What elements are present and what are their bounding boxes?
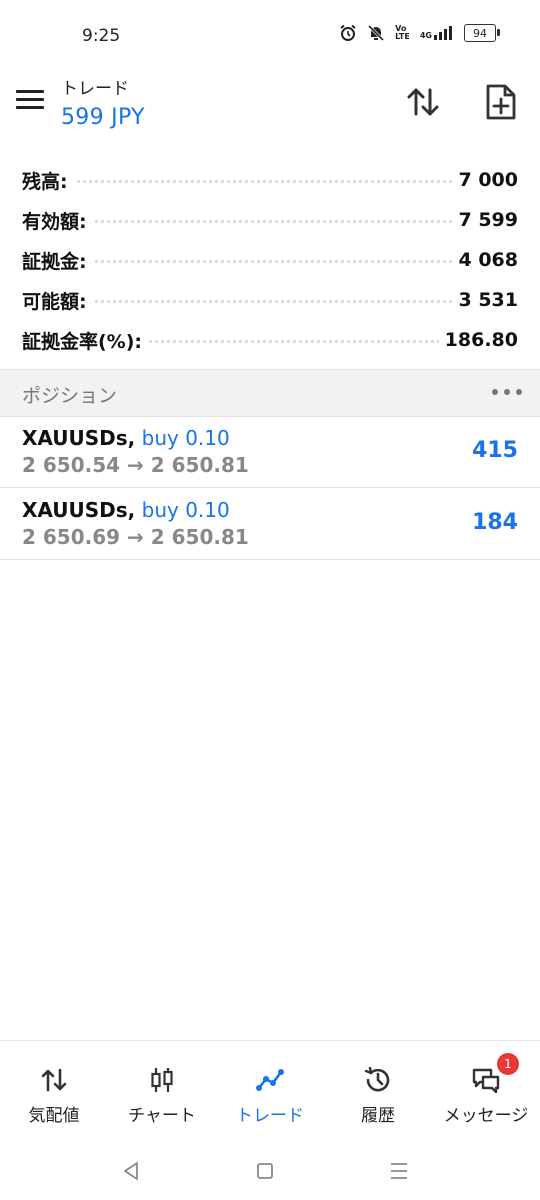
position-row[interactable]: XAUUSDs, buy 0.10 2 650.54 → 2 650.81 41…: [0, 416, 540, 488]
notification-badge: 1: [495, 1051, 521, 1077]
nav-label: メッセージ: [443, 1106, 529, 1126]
nav-label: チャート: [128, 1106, 196, 1126]
summary-value: 7 599: [452, 209, 518, 231]
signal-indicator: 4G: [420, 26, 454, 40]
summary-row-margin-level: 証拠金率(%): 186.80: [0, 320, 540, 360]
bottom-nav: 気配値 チャート トレード 履歴 1 メッセージ: [0, 1040, 540, 1141]
menu-button[interactable]: [14, 86, 46, 114]
position-title: XAUUSDs, buy 0.10: [22, 426, 230, 450]
battery-icon: 94: [464, 24, 500, 42]
home-button[interactable]: [250, 1156, 280, 1186]
summary-value: 4 068: [452, 249, 518, 271]
summary-row-equity: 有効額: 7 599: [0, 200, 540, 240]
summary-value: 186.80: [438, 329, 518, 351]
menu-icon-bar: [16, 90, 44, 93]
summary-label: 有効額:: [22, 206, 93, 234]
trade-icon: [256, 1069, 284, 1091]
nav-label: 履歴: [361, 1106, 395, 1126]
nav-label: トレード: [236, 1106, 304, 1126]
home-icon: [257, 1163, 273, 1179]
new-document-icon: [486, 84, 516, 120]
summary-value: 3 531: [452, 289, 518, 311]
dotted-leader: [22, 300, 518, 303]
summary-row-balance: 残高: 7 000: [0, 160, 540, 200]
position-profit: 184: [472, 510, 518, 535]
back-button[interactable]: [116, 1156, 146, 1186]
position-title: XAUUSDs, buy 0.10: [22, 498, 230, 522]
more-dot: [504, 389, 510, 395]
menu-icon-bar: [16, 106, 44, 109]
status-time: 9:25: [82, 26, 121, 46]
menu-icon-bar: [16, 98, 44, 101]
signal-icon: [434, 26, 452, 40]
title-block: トレード 599 JPY: [61, 74, 145, 130]
nav-label: 気配値: [28, 1106, 80, 1126]
position-prices: 2 650.54 → 2 650.81: [22, 453, 249, 477]
signal-type: 4G: [419, 31, 432, 40]
summary-label: 証拠金率(%):: [22, 326, 149, 354]
more-options-button[interactable]: [492, 382, 522, 402]
sort-button[interactable]: [403, 82, 443, 122]
volte-bottom: LTE: [395, 32, 410, 41]
chart-icon: [151, 1068, 173, 1092]
dotted-leader: [22, 220, 518, 223]
position-symbol: XAUUSDs,: [22, 426, 136, 450]
nav-trade[interactable]: トレード: [216, 1041, 324, 1141]
nav-chart[interactable]: チャート: [108, 1041, 216, 1141]
section-title: ポジション: [22, 385, 118, 407]
profit-summary: 599 JPY: [61, 105, 145, 130]
more-dot: [516, 389, 522, 395]
app-header: トレード 599 JPY: [0, 70, 540, 140]
positions-section-header: ポジション: [0, 369, 540, 417]
nav-messages[interactable]: 1 メッセージ: [432, 1041, 540, 1141]
position-side: buy 0.10: [141, 426, 230, 450]
dotted-leader: [22, 180, 518, 183]
new-order-button[interactable]: [481, 82, 521, 122]
summary-label: 可能額:: [22, 286, 93, 314]
volte-indicator: Vo LTE: [395, 25, 410, 41]
nav-history[interactable]: 履歴: [324, 1041, 432, 1141]
recents-button[interactable]: [384, 1156, 414, 1186]
nav-quotes[interactable]: 気配値: [0, 1041, 108, 1141]
alarm-icon: [340, 24, 356, 41]
quotes-icon: [41, 1068, 67, 1092]
more-dot: [492, 389, 498, 395]
summary-label: 証拠金:: [22, 246, 93, 274]
summary-value: 7 000: [452, 169, 518, 191]
status-bar: 9:25 Vo LTE 4G 94: [0, 0, 540, 70]
position-row[interactable]: XAUUSDs, buy 0.10 2 650.69 → 2 650.81 18…: [0, 488, 540, 560]
back-icon: [124, 1162, 138, 1180]
sort-icon: [407, 88, 439, 116]
account-summary: 残高: 7 000 有効額: 7 599 証拠金: 4 068 可能額: 3 5…: [0, 160, 540, 360]
page-title: トレード: [61, 79, 129, 99]
summary-row-free-margin: 可能額: 3 531: [0, 280, 540, 320]
dotted-leader: [22, 260, 518, 263]
positions-list: XAUUSDs, buy 0.10 2 650.54 → 2 650.81 41…: [0, 416, 540, 560]
position-prices: 2 650.69 → 2 650.81: [22, 525, 249, 549]
status-icons: Vo LTE 4G 94: [339, 24, 500, 42]
position-profit: 415: [472, 438, 518, 463]
recents-icon: [391, 1163, 407, 1179]
position-symbol: XAUUSDs,: [22, 498, 136, 522]
summary-label: 残高:: [22, 166, 74, 194]
position-side: buy 0.10: [141, 498, 230, 522]
mute-notifications-icon: [368, 24, 385, 42]
system-nav-bar: [0, 1142, 540, 1200]
summary-row-margin: 証拠金: 4 068: [0, 240, 540, 280]
history-icon: [364, 1066, 390, 1092]
